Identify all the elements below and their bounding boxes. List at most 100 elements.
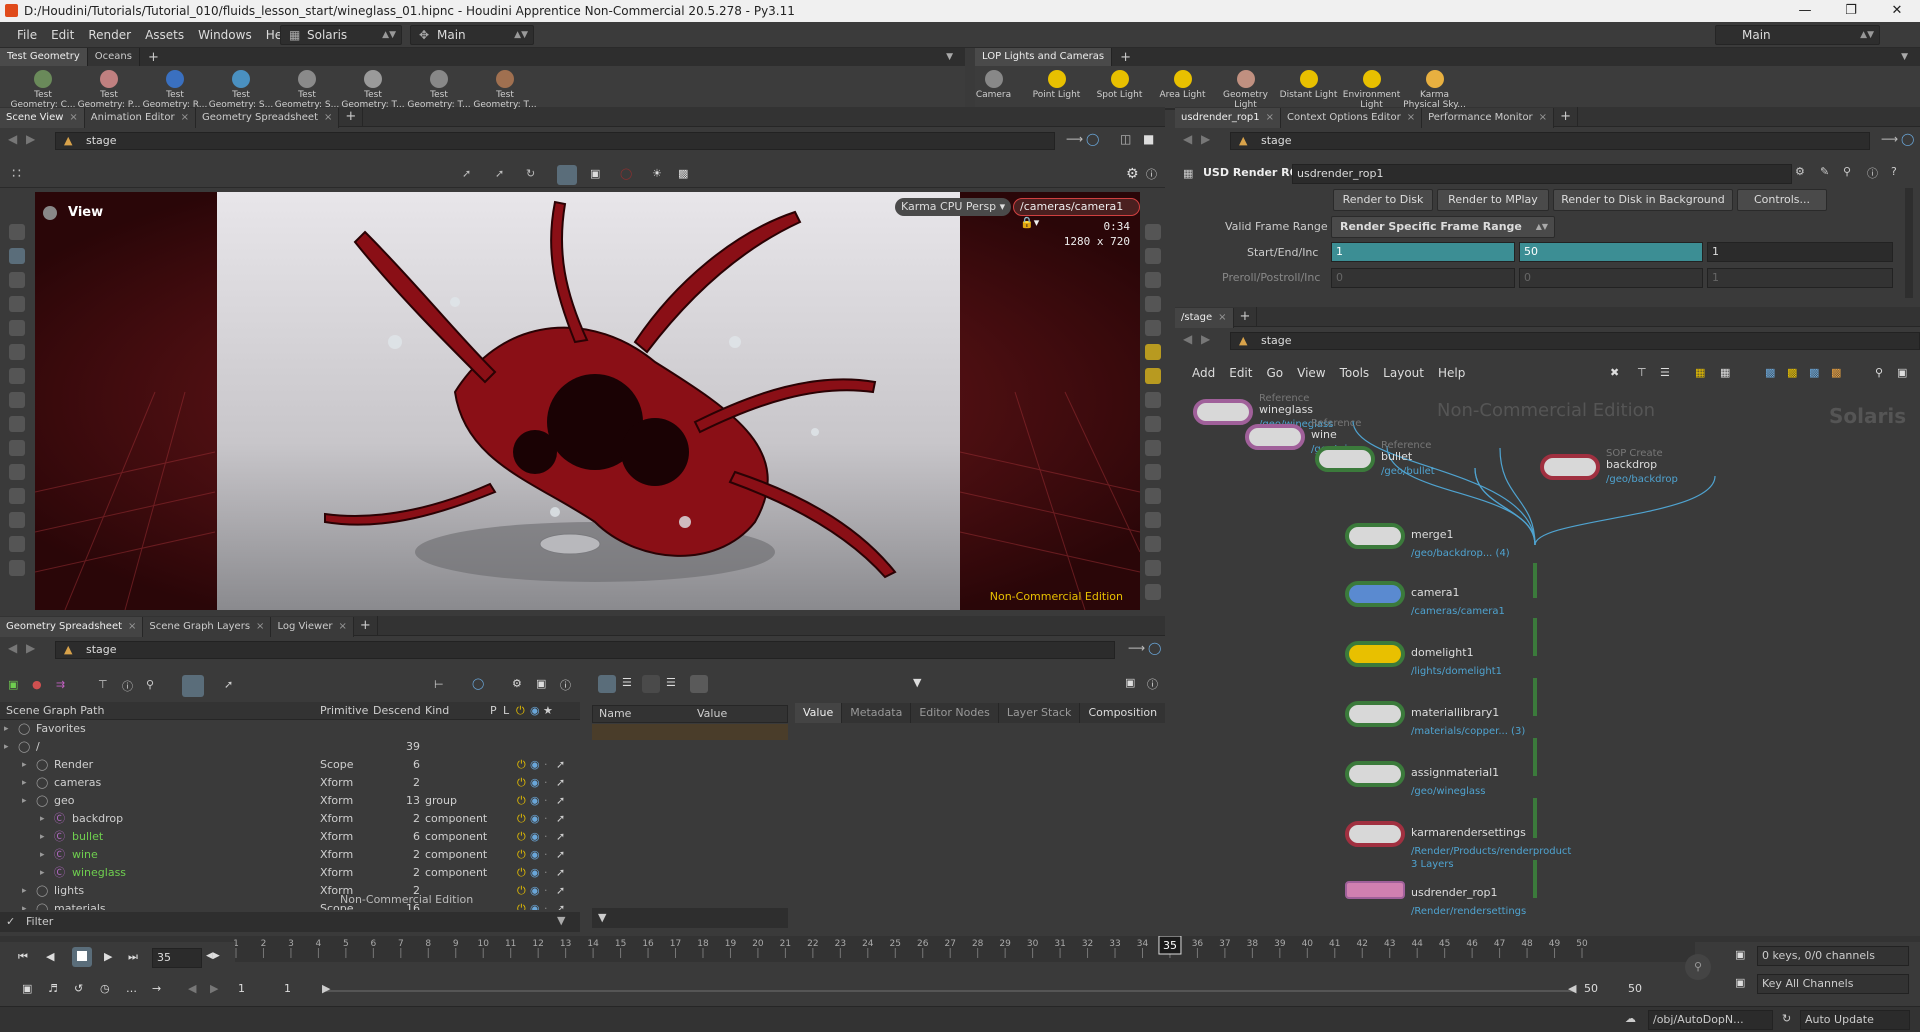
net-dot-icon[interactable]: ▩	[1831, 366, 1841, 379]
col-kind[interactable]: Kind	[425, 702, 449, 720]
expand-icon[interactable]: ▸	[40, 810, 45, 828]
tab-geometry-spreadsheet-top[interactable]: Geometry Spreadsheet ×	[195, 108, 340, 128]
param-scrollbar[interactable]	[1905, 188, 1913, 298]
bottom-path-field[interactable]: ▲ stage	[55, 641, 1115, 659]
display-icon[interactable]	[1145, 224, 1161, 240]
keys-channels-field[interactable]: 0 keys, 0/0 channels	[1757, 946, 1909, 966]
update-mode-menu[interactable]: Auto Update	[1800, 1010, 1910, 1030]
detail-tab-editor-nodes[interactable]: Editor Nodes	[911, 703, 999, 723]
sg-pointer-icon[interactable]: ➚	[224, 678, 233, 691]
range-slider-track[interactable]	[326, 990, 1576, 992]
col-descend[interactable]: Descend	[373, 702, 421, 720]
geo-display-icon[interactable]	[1145, 440, 1161, 456]
active-toggle-icon[interactable]: ⏻	[517, 756, 526, 774]
filter-label[interactable]: Filter	[26, 915, 53, 928]
net-menu-edit[interactable]: Edit	[1222, 360, 1259, 386]
net-menu-go[interactable]: Go	[1259, 360, 1290, 386]
material-tool-icon[interactable]	[9, 464, 25, 480]
shelf-tool-tommy[interactable]: Test Geometry: T...	[406, 70, 472, 110]
select-arrow-icon[interactable]: ➚	[556, 864, 565, 882]
add-pane-tab-button[interactable]: +	[339, 107, 364, 127]
col-path[interactable]: Scene Graph Path	[6, 702, 104, 720]
net-layout-icon[interactable]: ▦	[1720, 366, 1730, 379]
param-gear-icon[interactable]: ⚙	[1795, 165, 1805, 178]
active-toggle-icon[interactable]: ⏻	[517, 864, 526, 882]
menu-assets[interactable]: Assets	[138, 22, 191, 48]
shelf-tool-squab[interactable]: Test Geometry: S...	[274, 70, 340, 110]
sg-new-icon[interactable]: ▣	[8, 678, 18, 691]
bottom-back-arrow-icon[interactable]: ◀	[8, 641, 17, 655]
right-desktop-combo[interactable]: Main ▲▼	[1715, 25, 1880, 45]
range-slider-left-handle[interactable]: ▶	[322, 982, 330, 995]
status-chat-icon[interactable]: ☁	[1625, 1012, 1636, 1025]
paint-tool-icon[interactable]	[9, 512, 25, 528]
node-merge1[interactable]	[1345, 523, 1405, 549]
select-arrow-icon[interactable]: ➚	[556, 810, 565, 828]
shelf-tab-oceans[interactable]: Oceans	[87, 48, 140, 66]
select-arrow-icon[interactable]: ➚	[556, 792, 565, 810]
param-path-field[interactable]: ▲ stage	[1230, 132, 1870, 150]
visibility-icon[interactable]: ◉	[530, 792, 540, 810]
node-backdrop[interactable]	[1540, 454, 1600, 480]
expand-icon[interactable]: ▸	[22, 792, 27, 810]
fps-icon[interactable]: …	[126, 982, 137, 995]
filter-dropdown-icon[interactable]: ▼	[557, 914, 565, 927]
valid-frame-range-menu[interactable]: Render Specific Frame Range ▲▼	[1331, 216, 1555, 238]
tab-performance-monitor[interactable]: Performance Monitor ×	[1422, 108, 1555, 128]
active-toggle-icon[interactable]: ⏻	[517, 900, 526, 910]
select-arrow-icon[interactable]: ➚	[556, 882, 565, 900]
render-tool-icon[interactable]	[9, 488, 25, 504]
ghost-icon[interactable]	[1145, 296, 1161, 312]
expand-icon[interactable]: ▸	[22, 900, 27, 910]
lock-view-icon[interactable]	[1145, 272, 1161, 288]
col-l[interactable]: L	[503, 702, 509, 720]
minimize-button[interactable]: —	[1782, 0, 1828, 22]
col-primitive[interactable]: Primitive	[320, 702, 368, 720]
rotate-tool-icon[interactable]: ↻	[526, 167, 535, 180]
shade-icon[interactable]	[1145, 320, 1161, 336]
detail-tab-metadata[interactable]: Metadata	[842, 703, 912, 723]
attr-filter-icon[interactable]: ▼	[598, 911, 606, 924]
sg-camera-icon[interactable]: ▣	[536, 677, 546, 690]
detail-tab-composition[interactable]: Composition	[1080, 703, 1166, 723]
color-icon[interactable]	[1145, 584, 1161, 600]
audio-icon[interactable]: ♬	[48, 982, 58, 995]
table-row[interactable]: ▸ ◯ materials Scope 16 ⏻ ◉ · ➚	[0, 900, 580, 910]
camera-menu[interactable]: /cameras/camera1 🔒▾	[1013, 198, 1140, 229]
step-back-button[interactable]: ◀	[46, 950, 54, 963]
bottom-pin-icon[interactable]: ⟶	[1128, 641, 1145, 655]
node-name-label[interactable]: usdrender_rop1	[1411, 886, 1497, 899]
param-info-icon[interactable]: ⓘ	[1867, 165, 1878, 181]
detail-tab-layer-stack[interactable]: Layer Stack	[998, 703, 1081, 723]
node-name-field[interactable]: usdrender_rop1	[1292, 164, 1792, 184]
tab-context-options[interactable]: Context Options Editor ×	[1281, 108, 1423, 128]
attr-col-name[interactable]: Name	[599, 706, 631, 722]
param-forward-arrow-icon[interactable]: ▶	[1201, 132, 1210, 146]
sg-gear-icon[interactable]: ⚙	[512, 677, 522, 690]
shelf-tool-pig[interactable]: Test Geometry: P...	[76, 70, 142, 110]
add-param-tab-button[interactable]: +	[1554, 107, 1578, 127]
node-wine[interactable]	[1245, 424, 1305, 450]
visibility-icon[interactable]: ◉	[530, 846, 540, 864]
sg-link-icon[interactable]: ◯	[472, 677, 484, 690]
forward-arrow-icon[interactable]: ▶	[26, 132, 35, 146]
expand-icon[interactable]: ▸	[22, 756, 27, 774]
menu-edit[interactable]: Edit	[44, 22, 81, 48]
node-name-label[interactable]: merge1	[1411, 528, 1454, 541]
shelf-tool-rubbertoy[interactable]: Test Geometry: R...	[142, 70, 208, 110]
active-toggle-icon[interactable]: ⏻	[517, 774, 526, 792]
shelf-tool-spot-light[interactable]: Spot Light	[1088, 70, 1151, 100]
visibility-icon[interactable]: ◉	[530, 828, 540, 846]
help-icon[interactable]: ⓘ	[1146, 166, 1157, 182]
net-wrench-icon[interactable]: ✖	[1610, 366, 1619, 379]
maximize-pane-icon[interactable]: ■	[1143, 132, 1154, 146]
net-camera-icon[interactable]: ▣	[1897, 366, 1907, 379]
context-combo[interactable]: ✥ Main ▲▼	[410, 25, 534, 45]
node-name-label[interactable]: bullet	[1381, 450, 1412, 463]
node-bullet[interactable]	[1315, 446, 1375, 472]
env-icon[interactable]	[1145, 416, 1161, 432]
select-arrow-icon[interactable]: ➚	[556, 900, 565, 910]
visibility-icon[interactable]: ◉	[530, 756, 540, 774]
add-shelf-tab-button[interactable]: +	[140, 50, 167, 65]
visibility-icon[interactable]: ◉	[530, 864, 540, 882]
